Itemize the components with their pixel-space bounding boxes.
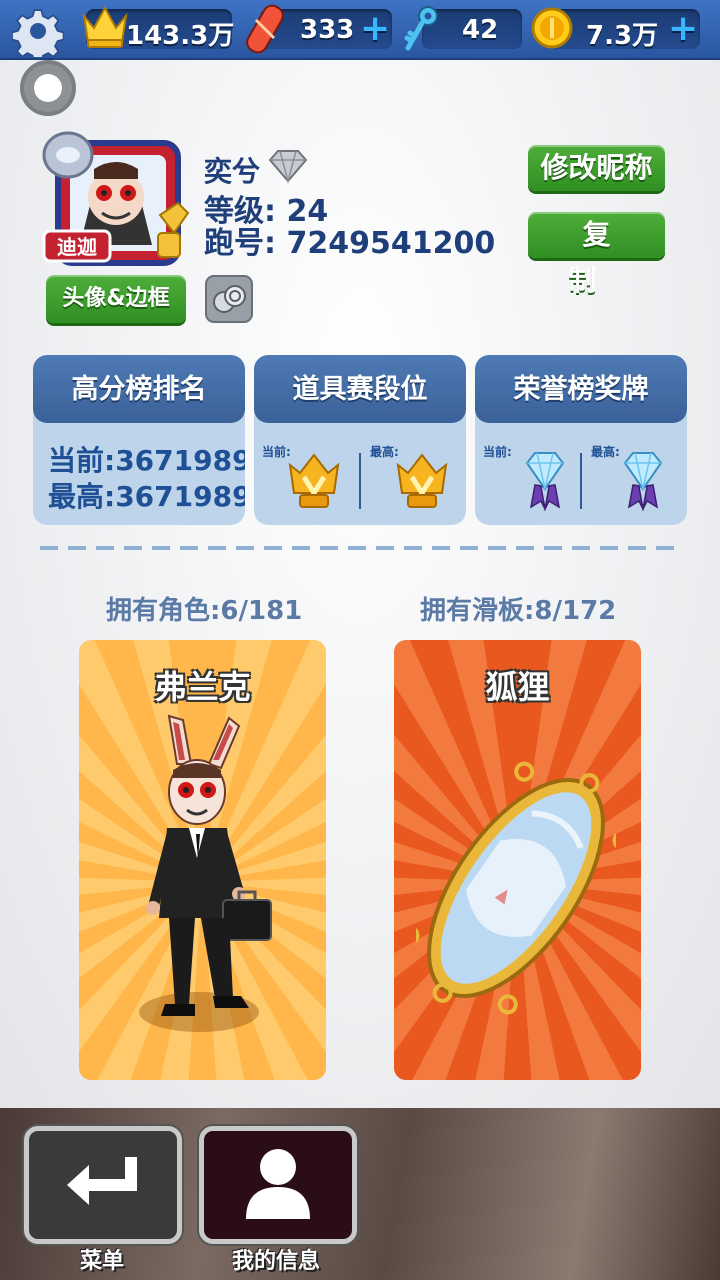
character-showcase[interactable]: 弗兰克 (79, 640, 326, 1080)
highscore-best: 最高:3671989 (48, 480, 245, 513)
avatar-badge-text: 迪迦 (57, 235, 98, 259)
settings-gear-icon[interactable] (12, 5, 64, 57)
coin-icon (531, 7, 573, 49)
copy-id-button[interactable]: 复制 (528, 212, 665, 297)
currency-bar: 143.3万 333 + 42 7.3万 + (0, 0, 720, 60)
highscore-card-title: 高分榜排名 (33, 355, 245, 423)
add-board-button[interactable]: + (360, 9, 390, 49)
run-id-value: 7249541200 (286, 226, 496, 261)
key-value: 42 (462, 15, 499, 45)
crown-icon (82, 5, 128, 48)
tier-medal-icon-best (396, 453, 448, 508)
menu-button[interactable] (24, 1126, 182, 1244)
item-tier-card-title: 道具赛段位 (254, 355, 466, 423)
key-icon (404, 6, 438, 51)
section-divider (40, 546, 680, 550)
diamond-medal-icon-current (525, 452, 565, 511)
avatar-frame-button[interactable]: 头像&边框 (46, 275, 186, 323)
honor-best-label: 最高: (591, 445, 620, 459)
player-avatar[interactable]: 迪迦 (40, 125, 192, 270)
badge-toggle-icon[interactable] (205, 275, 253, 323)
run-id-label: 跑号: (204, 226, 276, 261)
item-tier-divider (359, 453, 361, 509)
my-info-label: 我的信息 (232, 1249, 321, 1274)
highscore-current: 当前:3671989 (48, 444, 245, 477)
player-run-id: 跑号: 7249541200 (204, 218, 495, 262)
honor-divider (580, 453, 582, 509)
add-coin-button[interactable]: + (668, 9, 698, 49)
tier-medal-icon-current (288, 453, 340, 508)
characters-owned: 拥有角色:6/181 (106, 596, 303, 626)
fox-board-icon (416, 761, 616, 1015)
item-tier-card[interactable]: 道具赛段位 当前: 最高: (254, 355, 466, 525)
character-figure (139, 714, 272, 1032)
diamond-medal-icon-best (623, 452, 663, 511)
highscore-card[interactable]: 高分榜排名 当前:3671989 最高:3671989 (33, 355, 245, 525)
rename-button[interactable]: 修改昵称 (528, 145, 665, 191)
board-name: 狐狸 (485, 668, 550, 706)
honor-current-label: 当前: (483, 445, 512, 459)
return-arrow-icon (67, 1157, 137, 1205)
board-showcase[interactable]: 狐狸 (394, 640, 641, 1080)
menu-label: 菜单 (80, 1249, 125, 1274)
honor-card-title: 荣誉榜奖牌 (475, 355, 687, 423)
coin-value: 7.3万 (586, 21, 659, 51)
honor-card[interactable]: 荣誉榜奖牌 当前: 最高: (475, 355, 687, 525)
toggle-circle-button[interactable] (20, 60, 76, 116)
diamond-rank-icon (268, 150, 308, 184)
board-value: 333 (300, 15, 355, 45)
hoverboard-icon (246, 4, 284, 54)
user-silhouette-icon (246, 1149, 310, 1219)
character-name: 弗兰克 (154, 668, 251, 706)
my-info-button[interactable] (199, 1126, 357, 1244)
boards-owned: 拥有滑板:8/172 (420, 596, 617, 626)
player-name: 奕兮 (204, 155, 261, 188)
crown-value: 143.3万 (126, 21, 235, 51)
